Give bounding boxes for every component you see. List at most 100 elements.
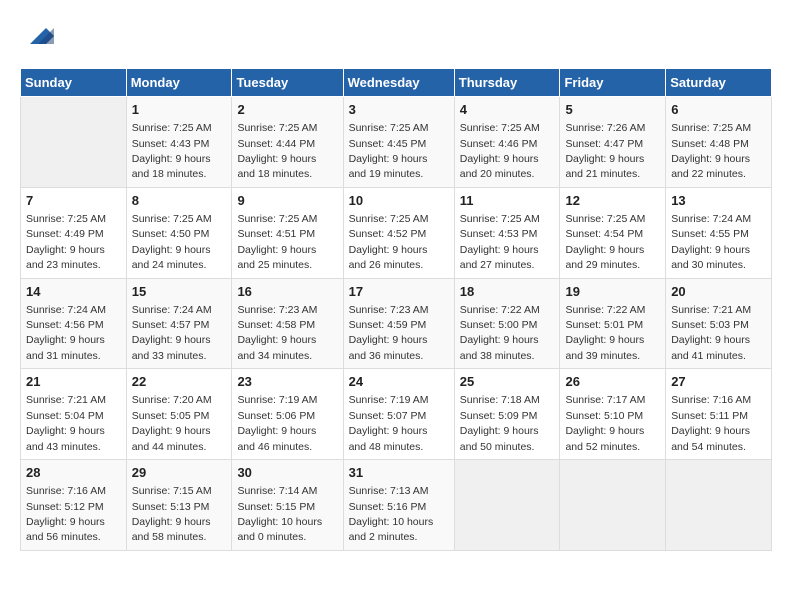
day-info: Sunrise: 7:25 AM Sunset: 4:46 PM Dayligh…	[460, 122, 540, 180]
calendar-cell: 19 Sunrise: 7:22 AM Sunset: 5:01 PM Dayli…	[560, 278, 666, 369]
day-number: 21	[26, 373, 121, 391]
day-number: 19	[565, 283, 660, 301]
calendar-cell: 27 Sunrise: 7:16 AM Sunset: 5:11 PM Dayli…	[666, 369, 772, 460]
day-info: Sunrise: 7:22 AM Sunset: 5:00 PM Dayligh…	[460, 304, 540, 362]
day-info: Sunrise: 7:14 AM Sunset: 5:15 PM Dayligh…	[237, 485, 322, 543]
day-info: Sunrise: 7:25 AM Sunset: 4:54 PM Dayligh…	[565, 213, 645, 271]
calendar-cell: 7Sunrise: 7:25 AM Sunset: 4:49 PM Daylig…	[21, 187, 127, 278]
calendar-week-row: 7Sunrise: 7:25 AM Sunset: 4:49 PM Daylig…	[21, 187, 772, 278]
day-number: 5	[565, 101, 660, 119]
day-number: 12	[565, 192, 660, 210]
calendar-cell: 15 Sunrise: 7:24 AM Sunset: 4:57 PM Dayli…	[126, 278, 232, 369]
calendar-cell: 13 Sunrise: 7:24 AM Sunset: 4:55 PM Dayli…	[666, 187, 772, 278]
day-number: 2	[237, 101, 337, 119]
calendar-cell: 20 Sunrise: 7:21 AM Sunset: 5:03 PM Dayli…	[666, 278, 772, 369]
day-number: 24	[349, 373, 449, 391]
calendar-cell: 4 Sunrise: 7:25 AM Sunset: 4:46 PM Daylig…	[454, 97, 560, 188]
day-number: 18	[460, 283, 555, 301]
calendar-cell: 24 Sunrise: 7:19 AM Sunset: 5:07 PM Dayli…	[343, 369, 454, 460]
calendar-week-row: 1Sunrise: 7:25 AM Sunset: 4:43 PM Daylig…	[21, 97, 772, 188]
day-number: 16	[237, 283, 337, 301]
day-number: 22	[132, 373, 227, 391]
day-info: Sunrise: 7:25 AM Sunset: 4:50 PM Dayligh…	[132, 213, 212, 271]
calendar-cell: 2 Sunrise: 7:25 AM Sunset: 4:44 PM Daylig…	[232, 97, 343, 188]
calendar-cell: 18 Sunrise: 7:22 AM Sunset: 5:00 PM Dayli…	[454, 278, 560, 369]
calendar-cell: 25 Sunrise: 7:18 AM Sunset: 5:09 PM Dayli…	[454, 369, 560, 460]
calendar-cell: 12 Sunrise: 7:25 AM Sunset: 4:54 PM Dayli…	[560, 187, 666, 278]
day-info: Sunrise: 7:25 AM Sunset: 4:45 PM Dayligh…	[349, 122, 429, 180]
day-info: Sunrise: 7:22 AM Sunset: 5:01 PM Dayligh…	[565, 304, 645, 362]
calendar-cell: 10 Sunrise: 7:25 AM Sunset: 4:52 PM Dayli…	[343, 187, 454, 278]
calendar-cell: 3 Sunrise: 7:25 AM Sunset: 4:45 PM Daylig…	[343, 97, 454, 188]
day-info: Sunrise: 7:23 AM Sunset: 4:59 PM Dayligh…	[349, 304, 429, 362]
calendar-cell: 5 Sunrise: 7:26 AM Sunset: 4:47 PM Daylig…	[560, 97, 666, 188]
calendar-cell: 14Sunrise: 7:24 AM Sunset: 4:56 PM Dayli…	[21, 278, 127, 369]
calendar-cell	[666, 460, 772, 551]
calendar-week-row: 14Sunrise: 7:24 AM Sunset: 4:56 PM Dayli…	[21, 278, 772, 369]
col-header-tuesday: Tuesday	[232, 69, 343, 97]
col-header-monday: Monday	[126, 69, 232, 97]
day-info: Sunrise: 7:13 AM Sunset: 5:16 PM Dayligh…	[349, 485, 434, 543]
calendar-cell: 6 Sunrise: 7:25 AM Sunset: 4:48 PM Daylig…	[666, 97, 772, 188]
day-number: 11	[460, 192, 555, 210]
day-info: Sunrise: 7:16 AM Sunset: 5:12 PM Dayligh…	[26, 485, 106, 543]
day-number: 15	[132, 283, 227, 301]
calendar-cell: 8 Sunrise: 7:25 AM Sunset: 4:50 PM Daylig…	[126, 187, 232, 278]
day-info: Sunrise: 7:24 AM Sunset: 4:57 PM Dayligh…	[132, 304, 212, 362]
day-number: 26	[565, 373, 660, 391]
day-number: 10	[349, 192, 449, 210]
day-number: 30	[237, 464, 337, 482]
day-info: Sunrise: 7:25 AM Sunset: 4:43 PM Dayligh…	[132, 122, 212, 180]
day-info: Sunrise: 7:26 AM Sunset: 4:47 PM Dayligh…	[565, 122, 645, 180]
day-info: Sunrise: 7:16 AM Sunset: 5:11 PM Dayligh…	[671, 394, 751, 452]
day-number: 29	[132, 464, 227, 482]
day-info: Sunrise: 7:25 AM Sunset: 4:48 PM Dayligh…	[671, 122, 751, 180]
logo-icon	[22, 20, 54, 52]
day-number: 25	[460, 373, 555, 391]
calendar-cell: 9Sunrise: 7:25 AM Sunset: 4:51 PM Daylig…	[232, 187, 343, 278]
col-header-thursday: Thursday	[454, 69, 560, 97]
day-number: 6	[671, 101, 766, 119]
day-number: 27	[671, 373, 766, 391]
calendar-cell: 11 Sunrise: 7:25 AM Sunset: 4:53 PM Dayli…	[454, 187, 560, 278]
calendar-week-row: 21 Sunrise: 7:21 AM Sunset: 5:04 PM Dayli…	[21, 369, 772, 460]
day-info: Sunrise: 7:23 AM Sunset: 4:58 PM Dayligh…	[237, 304, 317, 362]
calendar-table: SundayMondayTuesdayWednesdayThursdayFrid…	[20, 68, 772, 551]
day-info: Sunrise: 7:25 AM Sunset: 4:51 PM Dayligh…	[237, 213, 317, 271]
calendar-cell: 29Sunrise: 7:15 AM Sunset: 5:13 PM Dayli…	[126, 460, 232, 551]
day-info: Sunrise: 7:25 AM Sunset: 4:49 PM Dayligh…	[26, 213, 106, 271]
day-info: Sunrise: 7:21 AM Sunset: 5:03 PM Dayligh…	[671, 304, 751, 362]
page-header	[20, 20, 772, 52]
day-info: Sunrise: 7:19 AM Sunset: 5:06 PM Dayligh…	[237, 394, 317, 452]
day-info: Sunrise: 7:21 AM Sunset: 5:04 PM Dayligh…	[26, 394, 106, 452]
col-header-wednesday: Wednesday	[343, 69, 454, 97]
col-header-saturday: Saturday	[666, 69, 772, 97]
calendar-cell: 31 Sunrise: 7:13 AM Sunset: 5:16 PM Dayli…	[343, 460, 454, 551]
day-info: Sunrise: 7:25 AM Sunset: 4:52 PM Dayligh…	[349, 213, 429, 271]
day-number: 3	[349, 101, 449, 119]
calendar-week-row: 28 Sunrise: 7:16 AM Sunset: 5:12 PM Dayli…	[21, 460, 772, 551]
day-number: 8	[132, 192, 227, 210]
col-header-sunday: Sunday	[21, 69, 127, 97]
day-info: Sunrise: 7:19 AM Sunset: 5:07 PM Dayligh…	[349, 394, 429, 452]
day-number: 28	[26, 464, 121, 482]
day-info: Sunrise: 7:24 AM Sunset: 4:56 PM Dayligh…	[26, 304, 106, 362]
calendar-cell: 28 Sunrise: 7:16 AM Sunset: 5:12 PM Dayli…	[21, 460, 127, 551]
day-info: Sunrise: 7:17 AM Sunset: 5:10 PM Dayligh…	[565, 394, 645, 452]
calendar-header-row: SundayMondayTuesdayWednesdayThursdayFrid…	[21, 69, 772, 97]
day-info: Sunrise: 7:25 AM Sunset: 4:44 PM Dayligh…	[237, 122, 317, 180]
calendar-cell	[21, 97, 127, 188]
calendar-cell: 22Sunrise: 7:20 AM Sunset: 5:05 PM Dayli…	[126, 369, 232, 460]
day-number: 13	[671, 192, 766, 210]
day-number: 17	[349, 283, 449, 301]
calendar-cell: 16 Sunrise: 7:23 AM Sunset: 4:58 PM Dayli…	[232, 278, 343, 369]
day-number: 23	[237, 373, 337, 391]
calendar-cell: 21 Sunrise: 7:21 AM Sunset: 5:04 PM Dayli…	[21, 369, 127, 460]
day-info: Sunrise: 7:18 AM Sunset: 5:09 PM Dayligh…	[460, 394, 540, 452]
calendar-cell: 1Sunrise: 7:25 AM Sunset: 4:43 PM Daylig…	[126, 97, 232, 188]
day-info: Sunrise: 7:25 AM Sunset: 4:53 PM Dayligh…	[460, 213, 540, 271]
day-number: 4	[460, 101, 555, 119]
day-info: Sunrise: 7:24 AM Sunset: 4:55 PM Dayligh…	[671, 213, 751, 271]
day-number: 31	[349, 464, 449, 482]
day-number: 20	[671, 283, 766, 301]
